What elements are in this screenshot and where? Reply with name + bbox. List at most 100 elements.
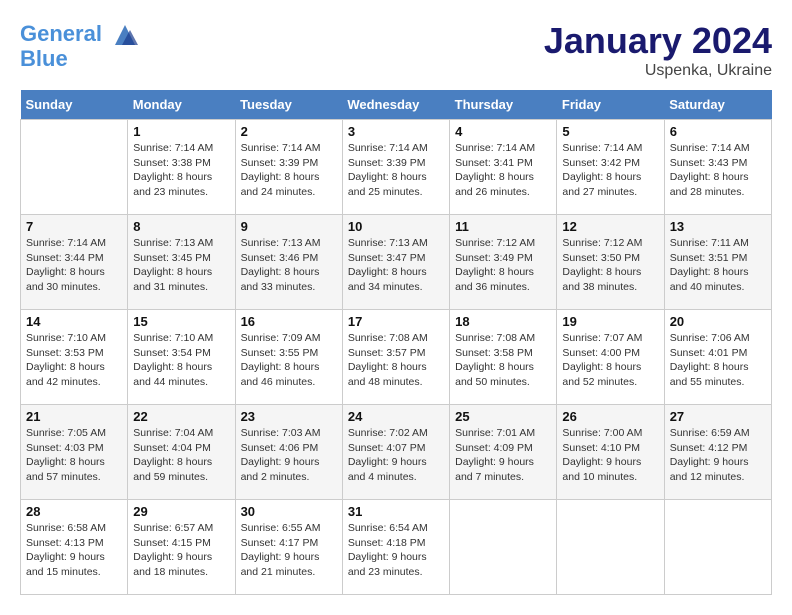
day-number: 16 [241, 314, 337, 329]
day-info: Sunrise: 7:14 AM Sunset: 3:41 PM Dayligh… [455, 141, 551, 200]
day-info: Sunrise: 7:06 AM Sunset: 4:01 PM Dayligh… [670, 331, 766, 390]
day-info: Sunrise: 7:01 AM Sunset: 4:09 PM Dayligh… [455, 426, 551, 485]
day-info: Sunrise: 7:14 AM Sunset: 3:44 PM Dayligh… [26, 236, 122, 295]
calendar-cell: 9Sunrise: 7:13 AM Sunset: 3:46 PM Daylig… [235, 215, 342, 310]
col-header-sunday: Sunday [21, 90, 128, 120]
calendar-cell: 6 Sunrise: 7:14 AM Sunset: 3:43 PM Daylig… [664, 120, 771, 215]
day-number: 8 [133, 219, 229, 234]
calendar-cell: 17Sunrise: 7:08 AM Sunset: 3:57 PM Dayli… [342, 310, 449, 405]
col-header-friday: Friday [557, 90, 664, 120]
day-info: Sunrise: 7:10 AM Sunset: 3:53 PM Dayligh… [26, 331, 122, 390]
day-info: Sunrise: 7:11 AM Sunset: 3:51 PM Dayligh… [670, 236, 766, 295]
day-info: Sunrise: 7:14 AM Sunset: 3:38 PM Dayligh… [133, 141, 229, 200]
calendar-cell: 12 Sunrise: 7:12 AM Sunset: 3:50 PM Dayli… [557, 215, 664, 310]
calendar-cell [21, 120, 128, 215]
calendar-header-row: SundayMondayTuesdayWednesdayThursdayFrid… [21, 90, 772, 120]
day-number: 1 [133, 124, 229, 139]
calendar-cell: 8 Sunrise: 7:13 AM Sunset: 3:45 PM Daylig… [128, 215, 235, 310]
calendar-cell: 11 Sunrise: 7:12 AM Sunset: 3:49 PM Dayli… [450, 215, 557, 310]
day-info: Sunrise: 7:09 AM Sunset: 3:55 PM Dayligh… [241, 331, 337, 390]
calendar-week-row: 28Sunrise: 6:58 AM Sunset: 4:13 PM Dayli… [21, 500, 772, 595]
day-info: Sunrise: 7:08 AM Sunset: 3:57 PM Dayligh… [348, 331, 444, 390]
day-number: 15 [133, 314, 229, 329]
col-header-thursday: Thursday [450, 90, 557, 120]
calendar-cell: 30Sunrise: 6:55 AM Sunset: 4:17 PM Dayli… [235, 500, 342, 595]
calendar-cell: 28Sunrise: 6:58 AM Sunset: 4:13 PM Dayli… [21, 500, 128, 595]
page-header: General Blue January 2024 Uspenka, Ukrai… [20, 20, 772, 80]
day-number: 11 [455, 219, 551, 234]
day-number: 19 [562, 314, 658, 329]
calendar-week-row: 21 Sunrise: 7:05 AM Sunset: 4:03 PM Dayli… [21, 405, 772, 500]
day-info: Sunrise: 6:57 AM Sunset: 4:15 PM Dayligh… [133, 521, 229, 580]
day-number: 13 [670, 219, 766, 234]
day-number: 12 [562, 219, 658, 234]
day-number: 18 [455, 314, 551, 329]
calendar-cell: 31 Sunrise: 6:54 AM Sunset: 4:18 PM Dayli… [342, 500, 449, 595]
day-number: 7 [26, 219, 122, 234]
day-number: 9 [241, 219, 337, 234]
day-info: Sunrise: 7:08 AM Sunset: 3:58 PM Dayligh… [455, 331, 551, 390]
calendar-cell: 20 Sunrise: 7:06 AM Sunset: 4:01 PM Dayli… [664, 310, 771, 405]
day-number: 27 [670, 409, 766, 424]
col-header-saturday: Saturday [664, 90, 771, 120]
calendar-table: SundayMondayTuesdayWednesdayThursdayFrid… [20, 90, 772, 595]
day-info: Sunrise: 6:55 AM Sunset: 4:17 PM Dayligh… [241, 521, 337, 580]
day-info: Sunrise: 6:58 AM Sunset: 4:13 PM Dayligh… [26, 521, 122, 580]
day-info: Sunrise: 7:05 AM Sunset: 4:03 PM Dayligh… [26, 426, 122, 485]
day-info: Sunrise: 7:03 AM Sunset: 4:06 PM Dayligh… [241, 426, 337, 485]
col-header-monday: Monday [128, 90, 235, 120]
day-number: 21 [26, 409, 122, 424]
day-number: 23 [241, 409, 337, 424]
day-number: 22 [133, 409, 229, 424]
calendar-cell: 18 Sunrise: 7:08 AM Sunset: 3:58 PM Dayli… [450, 310, 557, 405]
day-info: Sunrise: 7:14 AM Sunset: 3:42 PM Dayligh… [562, 141, 658, 200]
calendar-week-row: 14 Sunrise: 7:10 AM Sunset: 3:53 PM Dayli… [21, 310, 772, 405]
calendar-cell [664, 500, 771, 595]
calendar-cell: 19Sunrise: 7:07 AM Sunset: 4:00 PM Dayli… [557, 310, 664, 405]
day-number: 3 [348, 124, 444, 139]
calendar-cell: 7 Sunrise: 7:14 AM Sunset: 3:44 PM Daylig… [21, 215, 128, 310]
day-info: Sunrise: 7:04 AM Sunset: 4:04 PM Dayligh… [133, 426, 229, 485]
day-number: 31 [348, 504, 444, 519]
day-info: Sunrise: 7:12 AM Sunset: 3:50 PM Dayligh… [562, 236, 658, 295]
calendar-week-row: 7 Sunrise: 7:14 AM Sunset: 3:44 PM Daylig… [21, 215, 772, 310]
location: Uspenka, Ukraine [544, 62, 772, 80]
day-info: Sunrise: 6:59 AM Sunset: 4:12 PM Dayligh… [670, 426, 766, 485]
calendar-week-row: 1 Sunrise: 7:14 AM Sunset: 3:38 PM Daylig… [21, 120, 772, 215]
calendar-cell: 26Sunrise: 7:00 AM Sunset: 4:10 PM Dayli… [557, 405, 664, 500]
col-header-wednesday: Wednesday [342, 90, 449, 120]
calendar-cell: 13 Sunrise: 7:11 AM Sunset: 3:51 PM Dayli… [664, 215, 771, 310]
day-number: 6 [670, 124, 766, 139]
day-number: 4 [455, 124, 551, 139]
day-number: 29 [133, 504, 229, 519]
day-info: Sunrise: 7:02 AM Sunset: 4:07 PM Dayligh… [348, 426, 444, 485]
day-info: Sunrise: 7:13 AM Sunset: 3:45 PM Dayligh… [133, 236, 229, 295]
calendar-cell [557, 500, 664, 595]
calendar-cell: 21 Sunrise: 7:05 AM Sunset: 4:03 PM Dayli… [21, 405, 128, 500]
day-info: Sunrise: 7:00 AM Sunset: 4:10 PM Dayligh… [562, 426, 658, 485]
logo: General Blue [20, 20, 140, 72]
calendar-cell: 29 Sunrise: 6:57 AM Sunset: 4:15 PM Dayli… [128, 500, 235, 595]
calendar-cell [450, 500, 557, 595]
month-title: January 2024 [544, 20, 772, 62]
day-info: Sunrise: 6:54 AM Sunset: 4:18 PM Dayligh… [348, 521, 444, 580]
day-info: Sunrise: 7:14 AM Sunset: 3:39 PM Dayligh… [348, 141, 444, 200]
calendar-cell: 14 Sunrise: 7:10 AM Sunset: 3:53 PM Dayli… [21, 310, 128, 405]
calendar-cell: 25 Sunrise: 7:01 AM Sunset: 4:09 PM Dayli… [450, 405, 557, 500]
day-number: 25 [455, 409, 551, 424]
calendar-cell: 2Sunrise: 7:14 AM Sunset: 3:39 PM Daylig… [235, 120, 342, 215]
calendar-cell: 15Sunrise: 7:10 AM Sunset: 3:54 PM Dayli… [128, 310, 235, 405]
day-info: Sunrise: 7:12 AM Sunset: 3:49 PM Dayligh… [455, 236, 551, 295]
day-number: 14 [26, 314, 122, 329]
logo-icon [110, 20, 140, 50]
calendar-cell: 23 Sunrise: 7:03 AM Sunset: 4:06 PM Dayli… [235, 405, 342, 500]
calendar-cell: 27 Sunrise: 6:59 AM Sunset: 4:12 PM Dayli… [664, 405, 771, 500]
calendar-cell: 10Sunrise: 7:13 AM Sunset: 3:47 PM Dayli… [342, 215, 449, 310]
col-header-tuesday: Tuesday [235, 90, 342, 120]
calendar-cell: 16 Sunrise: 7:09 AM Sunset: 3:55 PM Dayli… [235, 310, 342, 405]
day-number: 5 [562, 124, 658, 139]
day-info: Sunrise: 7:13 AM Sunset: 3:47 PM Dayligh… [348, 236, 444, 295]
day-info: Sunrise: 7:14 AM Sunset: 3:43 PM Dayligh… [670, 141, 766, 200]
day-number: 20 [670, 314, 766, 329]
title-block: January 2024 Uspenka, Ukraine [544, 20, 772, 80]
